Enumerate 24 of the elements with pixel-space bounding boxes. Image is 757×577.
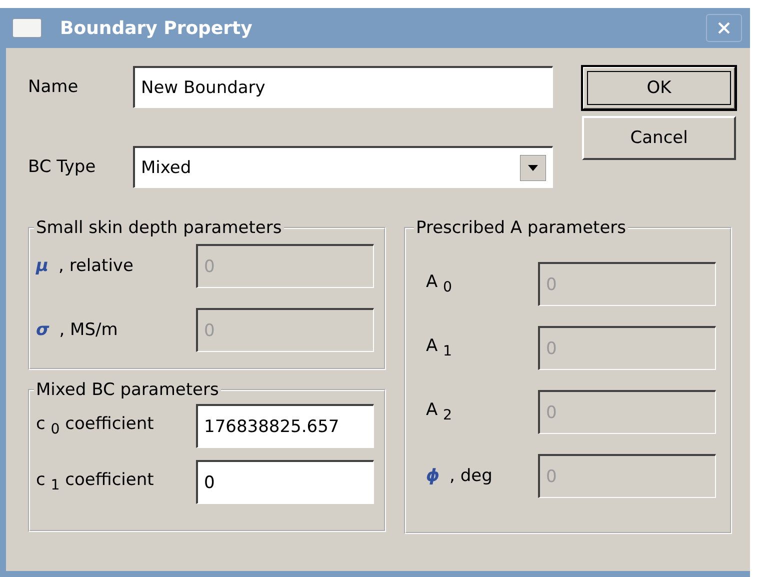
dropdown-arrow-icon bbox=[520, 154, 546, 180]
field-label: A $_{1}$ bbox=[425, 336, 454, 360]
field-label: c $_{1}$ coefficient bbox=[36, 470, 154, 494]
close-button[interactable] bbox=[706, 14, 742, 42]
close-icon bbox=[717, 21, 731, 35]
window-icon bbox=[12, 18, 42, 38]
field-label: c $_{0}$ coefficient bbox=[36, 414, 154, 438]
group-title: Small skin depth parameters bbox=[35, 218, 283, 238]
group-title: Prescribed A parameters bbox=[415, 218, 628, 238]
group-title: Mixed BC parameters bbox=[35, 380, 220, 400]
field-label: σ , MS/m bbox=[36, 320, 118, 340]
name-field[interactable]: New Boundary bbox=[133, 66, 553, 108]
name-label: Name bbox=[28, 77, 80, 97]
cancel-button[interactable]: Cancel bbox=[582, 116, 736, 160]
window-title: Boundary Property bbox=[60, 18, 254, 38]
number-field[interactable]: 176838825.657 bbox=[196, 404, 374, 448]
field-label: ϕ , deg bbox=[425, 466, 494, 486]
field-label: A $_{2}$ bbox=[425, 400, 454, 424]
ok-button[interactable]: OK bbox=[582, 66, 736, 110]
number-field[interactable]: 0 bbox=[196, 460, 374, 504]
field-label: μ , relative bbox=[36, 256, 134, 276]
field-label: A $_{0}$ bbox=[425, 272, 454, 296]
bc-type-dropdown[interactable]: Mixed bbox=[133, 146, 553, 188]
bc-type-label: BC Type bbox=[28, 157, 97, 177]
